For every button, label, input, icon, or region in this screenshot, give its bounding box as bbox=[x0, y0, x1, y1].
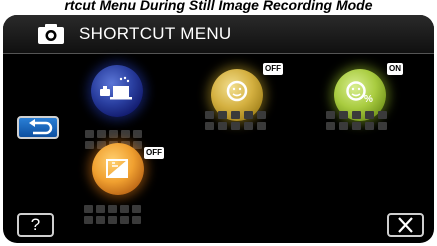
label-dot bbox=[120, 216, 129, 224]
label-dot bbox=[378, 122, 387, 130]
help-button[interactable]: ? bbox=[17, 213, 54, 237]
item-label-placeholder bbox=[205, 111, 267, 130]
camera-icon bbox=[37, 23, 65, 50]
label-dot bbox=[218, 122, 227, 130]
menu-item-scene[interactable] bbox=[85, 63, 147, 149]
label-dot bbox=[352, 122, 361, 130]
label-dot bbox=[205, 111, 214, 119]
back-button[interactable] bbox=[17, 116, 59, 139]
label-dot bbox=[244, 111, 253, 119]
label-dot bbox=[108, 216, 117, 224]
close-icon bbox=[398, 217, 413, 233]
menu-item-face[interactable]: OFF bbox=[205, 63, 285, 143]
label-dot bbox=[365, 111, 374, 119]
close-button[interactable] bbox=[387, 213, 424, 237]
scene-select-icon bbox=[91, 65, 143, 117]
label-dot bbox=[257, 122, 266, 130]
label-dot bbox=[257, 111, 266, 119]
menu-title: SHORTCUT MENU bbox=[79, 24, 232, 43]
label-dot bbox=[84, 216, 93, 224]
label-dot bbox=[218, 111, 227, 119]
svg-text:%: % bbox=[364, 94, 373, 105]
label-dot bbox=[244, 122, 253, 130]
label-dot bbox=[132, 205, 141, 213]
label-dot bbox=[85, 130, 94, 138]
label-dot bbox=[378, 111, 387, 119]
item-label-placeholder bbox=[326, 111, 388, 130]
label-dot bbox=[132, 216, 141, 224]
label-dot bbox=[96, 216, 105, 224]
state-badge: OFF bbox=[144, 147, 164, 159]
backlight-compensation-icon bbox=[92, 143, 144, 195]
item-label-placeholder bbox=[84, 205, 141, 224]
return-arrow-icon bbox=[29, 119, 53, 135]
label-dot bbox=[339, 122, 348, 130]
label-dot bbox=[326, 122, 335, 130]
title-bar: SHORTCUT MENU bbox=[3, 15, 434, 54]
label-dot bbox=[231, 111, 240, 119]
state-badge: OFF bbox=[263, 63, 283, 75]
label-dot bbox=[133, 130, 142, 138]
label-dot bbox=[84, 205, 93, 213]
label-dot bbox=[205, 122, 214, 130]
label-dot bbox=[97, 130, 106, 138]
menu-item-smile[interactable]: % ON bbox=[326, 63, 410, 143]
label-dot bbox=[326, 111, 335, 119]
label-dot bbox=[96, 205, 105, 213]
label-dot bbox=[121, 130, 130, 138]
camera-screen: SHORTCUT MENU OFF % ON OFF ? bbox=[3, 15, 434, 243]
label-dot bbox=[120, 205, 129, 213]
label-dot bbox=[108, 205, 117, 213]
label-dot bbox=[365, 122, 374, 130]
label-dot bbox=[339, 111, 348, 119]
label-dot bbox=[352, 111, 361, 119]
label-dot bbox=[231, 122, 240, 130]
state-badge: ON bbox=[387, 63, 403, 75]
menu-item-backlight[interactable]: OFF bbox=[84, 141, 168, 224]
label-dot bbox=[109, 130, 118, 138]
